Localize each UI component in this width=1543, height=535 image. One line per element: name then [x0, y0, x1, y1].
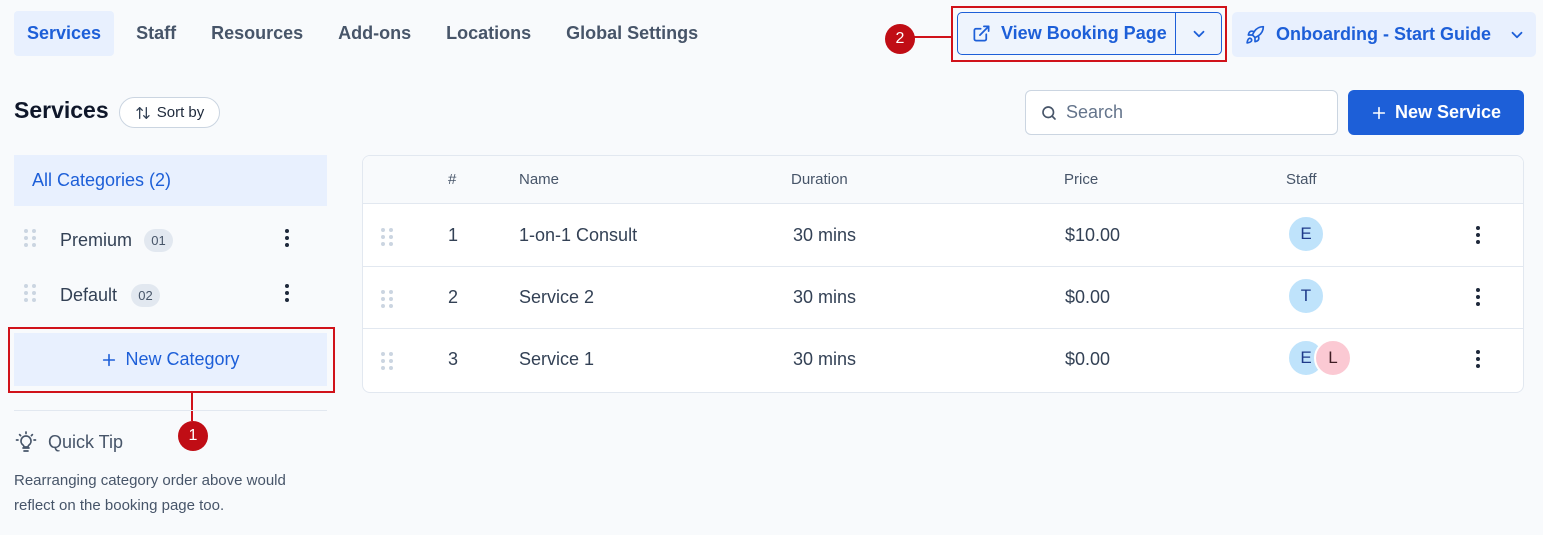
search-input[interactable] [1066, 102, 1337, 123]
table-header: # Name Duration Price Staff [363, 156, 1523, 204]
onboarding-label: Onboarding - Start Guide [1276, 24, 1491, 44]
view-booking-page-split-button: View Booking Page [957, 12, 1222, 55]
view-booking-dropdown-toggle[interactable] [1175, 13, 1221, 54]
services-table: # Name Duration Price Staff 1 1-on-1 Con… [362, 155, 1524, 393]
new-service-label: New Service [1394, 102, 1502, 122]
column-header-duration: Duration [791, 171, 848, 188]
annotation-connector-2 [913, 36, 951, 38]
tab-services[interactable]: Services [14, 11, 115, 56]
rocket-icon [1245, 25, 1265, 45]
row-number: 2 [448, 287, 459, 307]
annotation-marker-1: 1 [178, 421, 208, 451]
service-price: $10.00 [1065, 225, 1121, 245]
category-count-badge: 02 [131, 283, 160, 307]
category-label: Premium [60, 229, 133, 250]
plus-icon [1371, 105, 1387, 121]
drag-handle-icon[interactable] [24, 283, 36, 308]
category-count-badge: 01 [144, 228, 173, 252]
service-price: $0.00 [1065, 287, 1111, 307]
avatar: T [1287, 277, 1325, 315]
tab-locations[interactable]: Locations [433, 11, 544, 56]
service-name: Service 1 [519, 349, 595, 369]
sort-by-button[interactable]: Sort by [119, 97, 220, 128]
kebab-menu-icon[interactable] [1475, 349, 1481, 374]
kebab-menu-icon[interactable] [284, 283, 290, 308]
column-header-number: # [448, 171, 457, 188]
table-row[interactable]: 3 Service 1 30 mins $0.00 E L [363, 329, 1523, 391]
column-header-price: Price [1064, 171, 1099, 188]
service-duration: 30 mins [793, 225, 857, 245]
table-row[interactable]: 2 Service 2 30 mins $0.00 T [363, 267, 1523, 329]
category-item-premium[interactable]: Premium 01 [14, 220, 327, 260]
plus-icon [101, 352, 117, 368]
service-name: Service 2 [519, 287, 595, 307]
view-booking-page-button[interactable]: View Booking Page [958, 13, 1175, 54]
view-booking-page-label: View Booking Page [1001, 23, 1167, 43]
quick-tip-title: Quick Tip [48, 431, 124, 452]
service-duration: 30 mins [793, 349, 857, 369]
sort-icon [135, 105, 151, 121]
service-duration: 30 mins [793, 287, 857, 307]
lightbulb-icon [14, 430, 38, 454]
column-header-staff: Staff [1286, 171, 1317, 188]
tab-staff[interactable]: Staff [123, 11, 189, 56]
drag-handle-icon[interactable] [381, 289, 393, 314]
category-label: Default [60, 284, 118, 305]
chevron-down-icon [1508, 26, 1526, 44]
annotation-connector-1 [191, 393, 193, 421]
table-row[interactable]: 1 1-on-1 Consult 30 mins $10.00 E [363, 205, 1523, 267]
search-box [1025, 90, 1338, 135]
tab-global-settings[interactable]: Global Settings [553, 11, 711, 56]
onboarding-guide-button[interactable]: Onboarding - Start Guide [1232, 12, 1536, 57]
new-category-button[interactable]: New Category [14, 333, 327, 386]
new-category-label: New Category [125, 349, 240, 369]
row-number: 3 [448, 349, 459, 369]
row-number: 1 [448, 225, 459, 245]
drag-handle-icon[interactable] [381, 351, 393, 376]
chevron-down-icon [1190, 25, 1208, 43]
top-nav: Services Staff Resources Add-ons Locatio… [14, 11, 720, 56]
category-item-default[interactable]: Default 02 [14, 275, 327, 315]
page-title: Services [14, 97, 109, 123]
kebab-menu-icon[interactable] [284, 228, 290, 253]
quick-tip-heading: Quick Tip [14, 430, 123, 454]
kebab-menu-icon[interactable] [1475, 225, 1481, 250]
kebab-menu-icon[interactable] [1475, 287, 1481, 312]
divider [14, 410, 327, 411]
sort-by-label: Sort by [156, 104, 205, 121]
new-service-button[interactable]: New Service [1348, 90, 1524, 135]
avatar: E [1287, 215, 1325, 253]
drag-handle-icon[interactable] [381, 227, 393, 252]
annotation-marker-2: 2 [885, 24, 915, 54]
tab-add-ons[interactable]: Add-ons [325, 11, 424, 56]
external-link-icon [972, 24, 991, 43]
search-icon [1040, 104, 1058, 122]
quick-tip-text: Rearranging category order above would r… [14, 472, 286, 514]
tab-resources[interactable]: Resources [198, 11, 316, 56]
service-name: 1-on-1 Consult [519, 225, 638, 245]
drag-handle-icon[interactable] [24, 228, 36, 253]
service-price: $0.00 [1065, 349, 1111, 369]
category-all[interactable]: All Categories (2) [14, 155, 327, 206]
column-header-name: Name [519, 171, 560, 188]
avatar: L [1314, 339, 1352, 377]
